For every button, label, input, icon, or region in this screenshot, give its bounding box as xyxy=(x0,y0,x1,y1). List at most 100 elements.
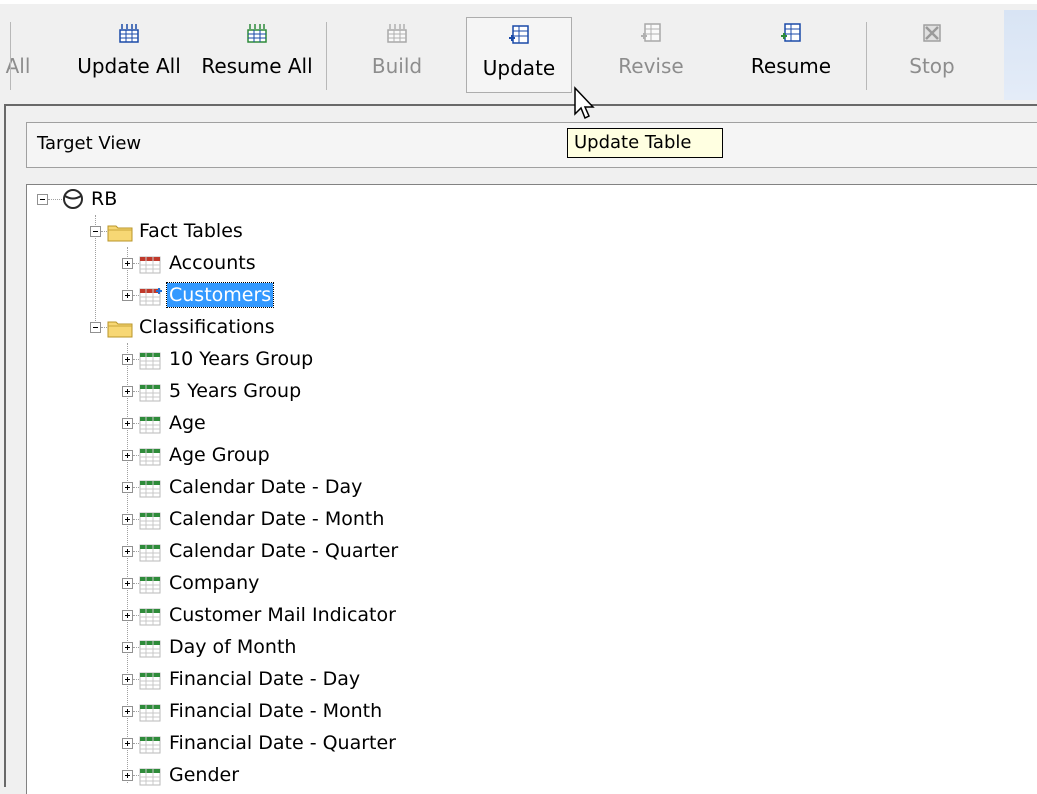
expand-toggle[interactable] xyxy=(122,354,133,365)
tree-node-label: Calendar Date - Quarter xyxy=(169,540,399,562)
table-icon xyxy=(139,480,161,498)
toolbar-separator xyxy=(10,22,11,90)
revise-label: Revise xyxy=(618,54,684,78)
table-icon xyxy=(139,256,161,274)
target-tree[interactable]: RB Fact Tables Accounts Customers Classif… xyxy=(26,184,1037,794)
table-row[interactable]: Calendar Date - Month xyxy=(27,505,627,537)
stop-icon xyxy=(923,24,941,42)
tree-node-label: Calendar Date - Month xyxy=(169,508,385,530)
table-icon xyxy=(139,384,161,402)
tree-node-label: Customers xyxy=(165,282,275,308)
table-row[interactable]: Financial Date - Month xyxy=(27,697,627,729)
expand-toggle[interactable] xyxy=(122,514,133,525)
table-icon xyxy=(139,352,161,370)
table-resume-icon xyxy=(781,23,801,42)
update-label: Update xyxy=(482,56,556,80)
toolbar: All Update All Resume All Build Update R… xyxy=(0,0,1037,104)
expand-toggle[interactable] xyxy=(122,674,133,685)
tree-node-label: Day of Month xyxy=(169,636,297,658)
table-row[interactable]: Customer Mail Indicator xyxy=(27,601,627,633)
table-resume-all-icon xyxy=(247,24,267,43)
table-row[interactable]: 10 Years Group xyxy=(27,345,627,377)
table-update-icon xyxy=(509,25,529,44)
tree-node-label: Gender xyxy=(169,764,240,786)
tree-node-label: 10 Years Group xyxy=(169,348,314,370)
expand-toggle[interactable] xyxy=(122,546,133,557)
expand-toggle[interactable] xyxy=(122,578,133,589)
table-icon xyxy=(139,512,161,530)
table-row[interactable]: Day of Month xyxy=(27,633,627,665)
table-row[interactable]: Customers xyxy=(27,281,627,313)
table-row[interactable]: Calendar Date - Day xyxy=(27,473,627,505)
expand-toggle[interactable] xyxy=(122,290,133,301)
resume-all-button[interactable]: Resume All xyxy=(194,14,320,102)
tree-node-root[interactable]: RB xyxy=(27,185,627,217)
table-revise-icon xyxy=(641,23,661,42)
table-row[interactable]: Financial Date - Day xyxy=(27,665,627,697)
table-icon xyxy=(139,736,161,754)
table-icon xyxy=(139,576,161,594)
all-button-partial[interactable]: All xyxy=(0,14,38,102)
toolbar-separator xyxy=(326,22,327,90)
tree-node-fact-tables[interactable]: Fact Tables xyxy=(27,217,627,249)
resume-button[interactable]: Resume xyxy=(736,14,846,102)
revise-button[interactable]: Revise xyxy=(596,14,706,102)
update-table-tooltip: Update Table xyxy=(567,128,723,158)
toolbar-right-region xyxy=(1004,10,1037,100)
expand-toggle[interactable] xyxy=(122,258,133,269)
expand-toggle[interactable] xyxy=(122,482,133,493)
table-row[interactable]: Age Group xyxy=(27,441,627,473)
tree-node-label: RB xyxy=(91,188,118,210)
toolbar-separator xyxy=(866,22,867,90)
collapse-toggle[interactable] xyxy=(90,322,101,333)
expand-toggle[interactable] xyxy=(122,738,133,749)
stop-label: Stop xyxy=(909,54,955,78)
table-icon xyxy=(139,608,161,626)
folder-icon xyxy=(107,321,133,338)
table-row[interactable]: Calendar Date - Quarter xyxy=(27,537,627,569)
expand-toggle[interactable] xyxy=(122,642,133,653)
resume-all-label: Resume All xyxy=(201,54,313,78)
tree-node-label: Fact Tables xyxy=(139,220,243,242)
collapse-toggle[interactable] xyxy=(37,194,48,205)
tree-node-label: Financial Date - Day xyxy=(169,668,361,690)
tree-node-label: Financial Date - Month xyxy=(169,700,383,722)
table-row[interactable]: Accounts xyxy=(27,249,627,281)
table-row[interactable]: 5 Years Group xyxy=(27,377,627,409)
expand-toggle[interactable] xyxy=(122,386,133,397)
build-label: Build xyxy=(371,54,423,78)
table-icon xyxy=(139,672,161,690)
folder-icon xyxy=(107,225,133,242)
database-icon xyxy=(63,189,83,209)
table-icon xyxy=(139,768,161,786)
toolbar-top-edge xyxy=(0,0,1037,4)
panel-title: Target View xyxy=(37,133,142,154)
tree-node-label: Age xyxy=(169,412,206,434)
expand-toggle[interactable] xyxy=(122,450,133,461)
panel-header: Target View xyxy=(26,122,1037,168)
table-row[interactable]: Age xyxy=(27,409,627,441)
collapse-toggle[interactable] xyxy=(90,226,101,237)
table-row[interactable]: Company xyxy=(27,569,627,601)
mouse-cursor-icon xyxy=(574,86,595,120)
update-all-button[interactable]: Update All xyxy=(66,14,192,102)
build-button[interactable]: Build xyxy=(352,14,442,102)
table-row[interactable]: Financial Date - Quarter xyxy=(27,729,627,761)
update-all-label: Update All xyxy=(77,54,181,78)
table-icon xyxy=(139,416,161,434)
stop-button[interactable]: Stop xyxy=(896,14,968,102)
expand-toggle[interactable] xyxy=(122,706,133,717)
tree-node-label: Calendar Date - Day xyxy=(169,476,363,498)
table-row[interactable]: Gender xyxy=(27,761,627,793)
table-update-all-icon xyxy=(119,24,139,43)
table-icon xyxy=(139,704,161,722)
table-icon xyxy=(139,288,162,306)
expand-toggle[interactable] xyxy=(122,418,133,429)
table-icon xyxy=(139,544,161,562)
expand-toggle[interactable] xyxy=(122,610,133,621)
expand-toggle[interactable] xyxy=(122,770,133,781)
tree-node-label: Company xyxy=(169,572,260,594)
update-button[interactable]: Update xyxy=(466,17,572,93)
table-icon xyxy=(139,640,161,658)
tree-node-classifications[interactable]: Classifications xyxy=(27,313,627,345)
